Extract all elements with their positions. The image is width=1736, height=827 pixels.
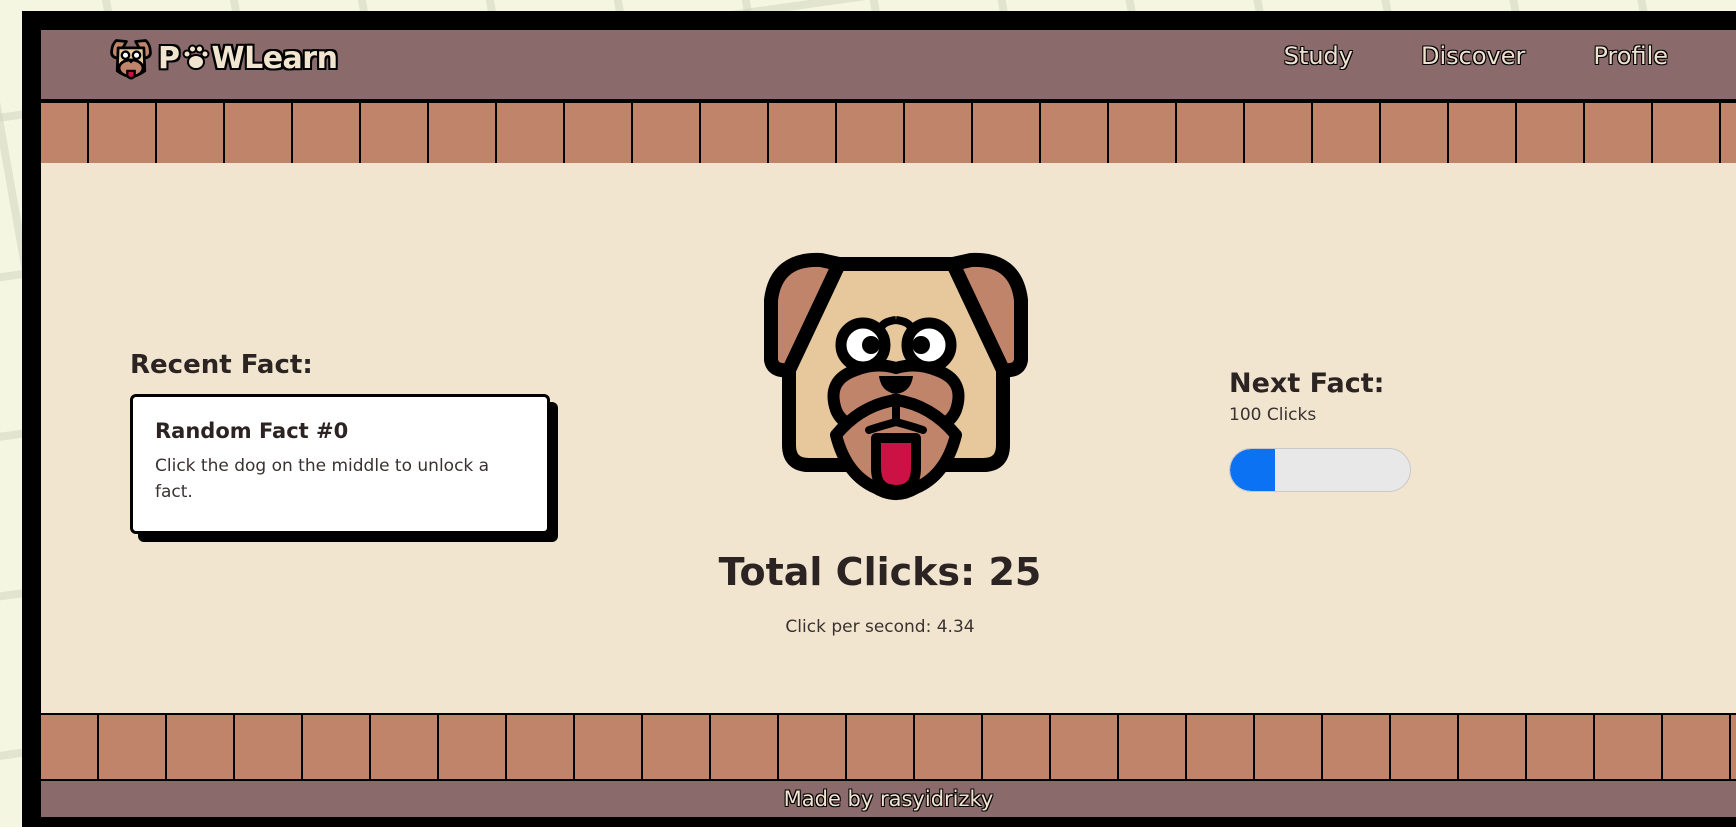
dog-clicker-button[interactable] <box>751 250 1041 525</box>
paw-icon <box>182 44 209 70</box>
nav-link-study[interactable]: Study <box>1284 42 1353 70</box>
recent-fact-title: Recent Fact: <box>130 350 313 380</box>
tile-strip-bottom <box>41 713 1736 779</box>
fact-card-title: Random Fact #0 <box>155 419 349 443</box>
fact-card-body: Click the dog on the middle to unlock a … <box>155 456 490 502</box>
next-fact-progress-bar <box>1229 448 1411 492</box>
next-fact-section: Next Fact: 100 Clicks <box>1229 368 1411 492</box>
dog-face-icon <box>764 252 1028 500</box>
next-fact-progress-fill <box>1230 449 1275 491</box>
app-frame: P WLearn Study Discover Profile Recent F… <box>22 11 1736 827</box>
next-fact-threshold: 100 Clicks <box>1229 405 1317 425</box>
logo-text: P WLearn <box>158 40 338 76</box>
total-clicks: Total Clicks: 25 <box>718 550 1042 594</box>
logo-text-right: WLearn <box>211 40 338 76</box>
logo[interactable]: P WLearn <box>108 34 338 82</box>
tile-strip-top <box>41 103 1736 163</box>
nav-link-profile[interactable]: Profile <box>1593 42 1668 70</box>
click-per-second: Click per second: 4.34 <box>785 617 975 637</box>
logo-text-left: P <box>158 40 180 76</box>
recent-fact-section: Recent Fact: Random Fact #0 Click the do… <box>130 350 550 534</box>
app-screen: P WLearn Study Discover Profile Recent F… <box>41 30 1736 817</box>
nav-link-discover[interactable]: Discover <box>1421 42 1525 70</box>
nav-links: Study Discover Profile <box>1284 30 1736 82</box>
fact-card: Random Fact #0 Click the dog on the midd… <box>130 394 550 534</box>
footer-credit: Made by rasyidrizky <box>783 787 994 811</box>
next-fact-title: Next Fact: <box>1229 368 1385 399</box>
footer: Made by rasyidrizky <box>41 779 1736 817</box>
navbar: P WLearn Study Discover Profile <box>41 30 1736 103</box>
dog-face-icon <box>110 39 152 80</box>
